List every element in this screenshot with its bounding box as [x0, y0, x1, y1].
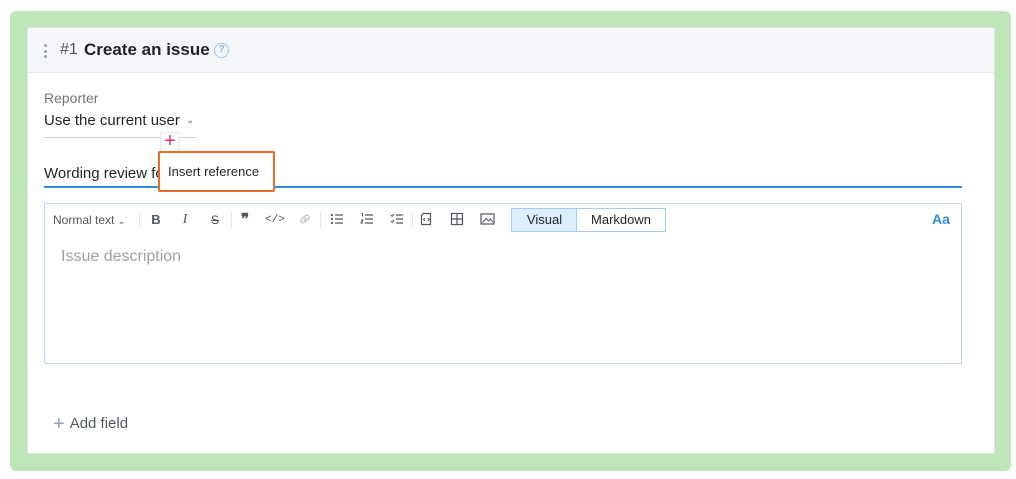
text-format-select[interactable]: Normal text ⌄ [53, 211, 125, 229]
toolbar-divider [412, 212, 413, 228]
bullet-list-icon[interactable] [328, 211, 346, 229]
editor-toolbar: Normal text ⌄ B I S ❞ </> Visual Markdow… [45, 204, 961, 236]
insert-reference-plus-icon[interactable]: + [160, 131, 180, 152]
code-icon[interactable]: </> [263, 211, 287, 229]
reporter-value: Use the current user [44, 112, 180, 129]
bold-icon[interactable]: B [147, 211, 165, 229]
reporter-label: Reporter [44, 90, 99, 106]
numbered-list-icon[interactable] [358, 211, 376, 229]
quote-icon[interactable]: ❞ [236, 211, 254, 229]
italic-icon[interactable]: I [176, 211, 194, 229]
font-settings-button[interactable]: Aa [932, 211, 950, 227]
step-number: #1 [60, 41, 78, 58]
text-format-label: Normal text [53, 213, 115, 227]
question-circle-icon[interactable]: ? [214, 43, 229, 58]
description-placeholder: Issue description [61, 248, 182, 265]
description-editor[interactable]: Normal text ⌄ B I S ❞ </> Visual Markdow… [44, 203, 962, 364]
toolbar-divider [231, 212, 232, 228]
image-icon[interactable] [478, 211, 496, 229]
markdown-mode-tab[interactable]: Markdown [576, 208, 666, 232]
task-list-icon[interactable] [388, 211, 406, 229]
add-field-button[interactable]: + Add field [53, 413, 128, 436]
strikethrough-icon[interactable]: S [206, 211, 224, 229]
step-header: #1 Create an issue ? [28, 28, 994, 73]
insert-reference-tooltip[interactable]: Insert reference [158, 151, 275, 192]
link-icon[interactable] [296, 211, 314, 229]
visual-mode-tab[interactable]: Visual [511, 208, 577, 232]
toolbar-divider [320, 212, 321, 228]
table-icon[interactable] [448, 211, 466, 229]
toolbar-divider [139, 212, 140, 228]
code-block-icon[interactable] [418, 211, 436, 229]
step-card: #1 Create an issue ? Reporter Use the cu… [27, 27, 995, 454]
plus-icon: + [53, 413, 65, 435]
chevron-down-icon: ⌄ [186, 115, 195, 126]
chevron-down-icon: ⌄ [117, 216, 126, 226]
drag-handle-icon[interactable] [43, 44, 47, 58]
step-title: Create an issue [84, 40, 210, 59]
add-field-label: Add field [69, 415, 129, 432]
